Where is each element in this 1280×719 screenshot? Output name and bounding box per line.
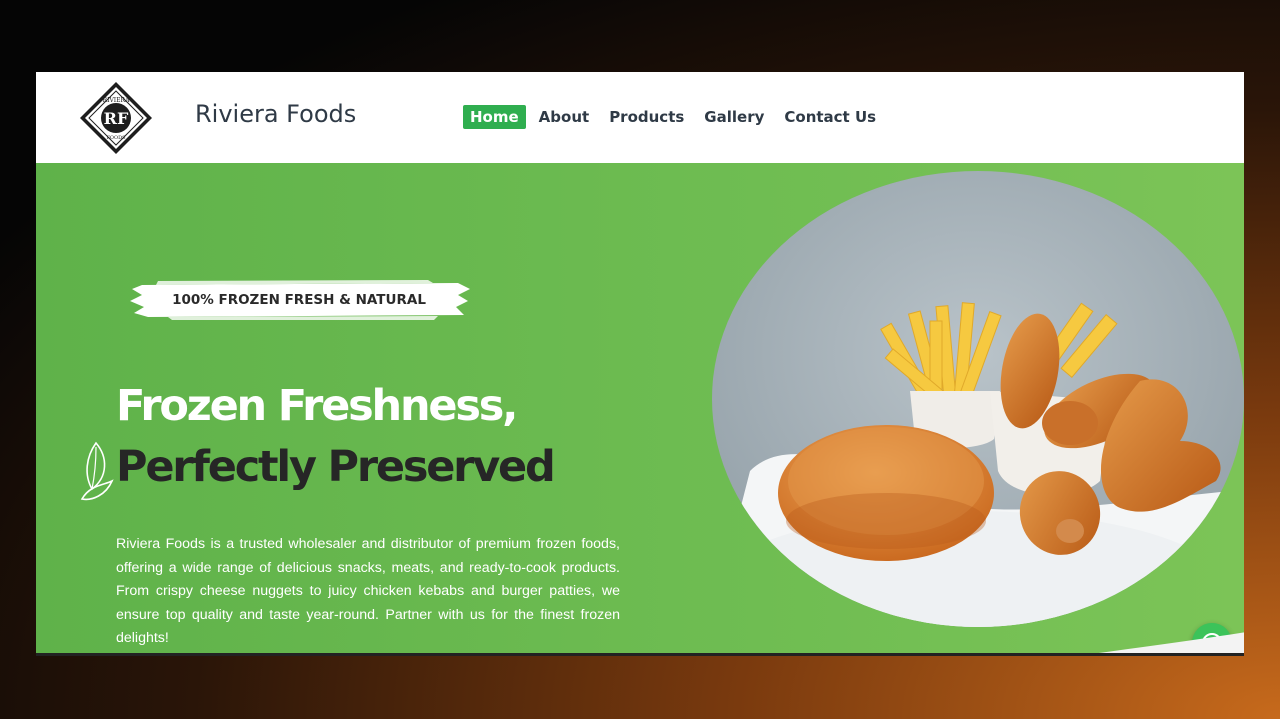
- hero-badge-text: 100% FROZEN FRESH & NATURAL: [172, 292, 426, 308]
- brand-logo[interactable]: RF RIVIERA FOODS: [78, 80, 154, 156]
- hero-food-image: [712, 171, 1244, 627]
- svg-text:RIVIERA: RIVIERA: [103, 97, 130, 104]
- browser-page: RF RIVIERA FOODS Riviera Foods Home Abou…: [36, 72, 1244, 656]
- nav-products[interactable]: Products: [602, 105, 691, 129]
- main-nav: Home About Products Gallery Contact Us: [463, 105, 889, 129]
- nav-home[interactable]: Home: [463, 105, 526, 129]
- hero-title-line1: Frozen Freshness,: [116, 381, 518, 431]
- svg-text:FOODS: FOODS: [106, 135, 126, 141]
- nav-contact-us[interactable]: Contact Us: [777, 105, 883, 129]
- leaf-icon: [80, 441, 114, 501]
- nav-about[interactable]: About: [532, 105, 597, 129]
- site-header: RF RIVIERA FOODS Riviera Foods Home Abou…: [36, 72, 1244, 163]
- hero-title-line2: Perfectly Preserved: [116, 442, 556, 492]
- svg-text:RF: RF: [104, 109, 129, 128]
- nav-gallery[interactable]: Gallery: [697, 105, 771, 129]
- hero-section: 100% FROZEN FRESH & NATURAL Frozen Fresh…: [36, 163, 1244, 653]
- brand-name[interactable]: Riviera Foods: [195, 100, 356, 128]
- hero-badge: 100% FROZEN FRESH & NATURAL: [128, 279, 470, 321]
- hero-bottom-border: [36, 653, 1244, 656]
- hero-description: Riviera Foods is a trusted wholesaler an…: [116, 536, 620, 646]
